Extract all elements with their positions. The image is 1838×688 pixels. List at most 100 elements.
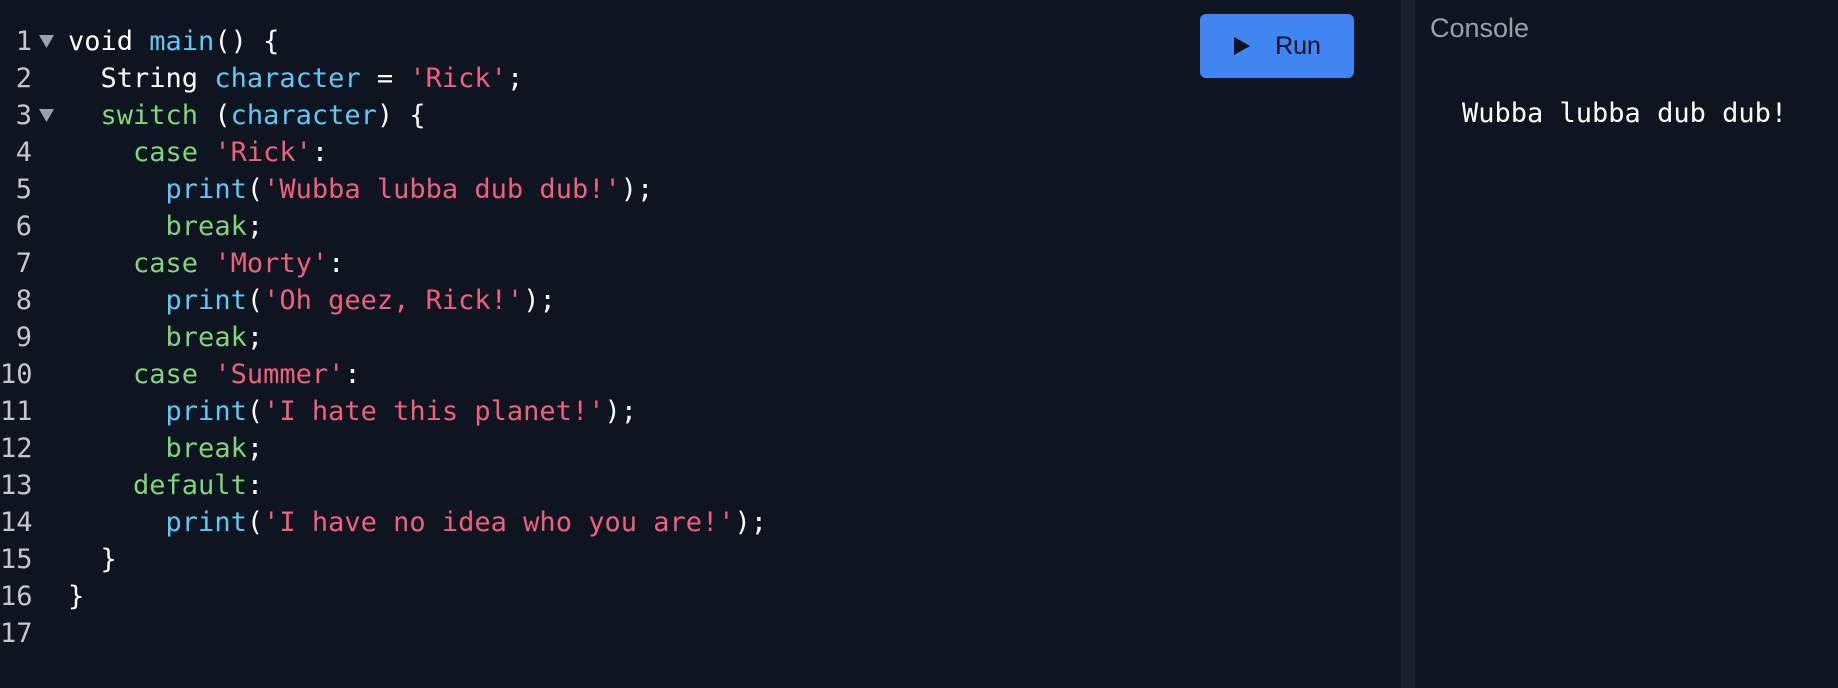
console-title: Console — [1430, 13, 1530, 43]
code-token-plain: } — [68, 581, 85, 612]
code-token-plain: ; — [246, 322, 264, 353]
code-line[interactable]: 6 break; — [0, 208, 1180, 245]
code-token-plain: ; — [506, 63, 524, 94]
line-number: 12 — [0, 433, 33, 464]
code-token-plain: ( — [198, 100, 231, 131]
code-token-plain: ) { — [376, 100, 426, 131]
code-token-plain: void — [68, 26, 150, 57]
line-number: 9 — [15, 322, 32, 353]
line-number: 5 — [15, 174, 32, 205]
code-token-kw: break — [165, 322, 247, 353]
code-token-str: 'I have no idea who you are!' — [263, 507, 735, 538]
code-token-kw: break — [165, 433, 247, 464]
code-line[interactable]: 9 break; — [0, 319, 1180, 356]
code-token-kw: case — [133, 137, 199, 168]
play-icon — [1234, 37, 1251, 55]
line-number: 7 — [15, 248, 32, 279]
code-text: print('Wubba lubba dub dub!'); — [68, 171, 654, 208]
code-token-plain: String — [100, 63, 215, 94]
code-token-kw: switch — [100, 100, 199, 131]
code-token-plain: } — [100, 544, 117, 575]
code-token-plain: ); — [604, 396, 637, 427]
code-line[interactable]: 8 print('Oh geez, Rick!'); — [0, 282, 1180, 319]
code-token-kw: case — [133, 359, 199, 390]
code-token-plain: : — [311, 137, 329, 168]
line-number: 1 — [15, 26, 32, 57]
line-number: 6 — [15, 211, 32, 242]
code-token-str: 'Rick' — [214, 137, 312, 168]
code-text: print('I hate this planet!'); — [68, 393, 637, 430]
code-text: default: — [68, 467, 263, 504]
code-token-plain: : — [344, 359, 361, 390]
code-line[interactable]: 2 String character = 'Rick'; — [0, 60, 1180, 97]
line-number: 13 — [0, 470, 33, 501]
code-line[interactable]: 3 switch (character) { — [0, 97, 1180, 134]
code-text: print('I have no idea who you are!'); — [68, 504, 767, 541]
console-output: Wubba lubba dub dub! — [1462, 98, 1788, 129]
code-line[interactable]: 14 print('I have no idea who you are!'); — [0, 504, 1180, 541]
code-line[interactable]: 7 case 'Morty': — [0, 245, 1180, 282]
line-number: 16 — [0, 581, 33, 612]
code-text: void main() { — [68, 23, 279, 60]
code-text: print('Oh geez, Rick!'); — [68, 282, 556, 319]
code-line[interactable]: 13 default: — [0, 467, 1180, 504]
code-token-plain: ); — [523, 285, 556, 316]
code-line[interactable]: 12 break; — [0, 430, 1180, 467]
run-button-label: Run — [1275, 31, 1321, 60]
code-text: } — [68, 578, 84, 615]
code-line[interactable]: 5 print('Wubba lubba dub dub!'); — [0, 171, 1180, 208]
code-token-fn: print — [165, 285, 247, 316]
code-token-fn: print — [165, 174, 247, 205]
code-editor[interactable]: 1 void main() {2 String character = 'Rick… — [0, 0, 1401, 688]
code-line[interactable]: 16} — [0, 578, 1180, 615]
line-number: 4 — [15, 137, 32, 168]
code-token-str: 'Rick' — [409, 63, 507, 94]
code-token-plain: ( — [246, 285, 264, 316]
code-token-str: 'Morty' — [214, 248, 329, 279]
code-token-plain: : — [328, 248, 345, 279]
code-text: case 'Summer': — [68, 356, 361, 393]
code-token-str: 'Wubba lubba dub dub!' — [263, 174, 621, 205]
code-token-plain: ; — [246, 433, 264, 464]
code-text: case 'Rick': — [68, 134, 328, 171]
code-line[interactable]: 15 } — [0, 541, 1180, 578]
line-number: 10 — [0, 359, 33, 390]
code-text: } — [68, 541, 117, 578]
code-token-plain: ( — [246, 174, 264, 205]
code-line[interactable]: 1 void main() { — [0, 23, 1180, 60]
code-token-fn: main — [149, 26, 215, 57]
dartpad-app: 1 void main() {2 String character = 'Rick… — [0, 0, 1838, 688]
fold-arrow-icon[interactable] — [39, 109, 54, 122]
code-token-str: 'I hate this planet!' — [263, 396, 605, 427]
code-text: break; — [68, 208, 264, 245]
line-number: 17 — [0, 618, 33, 649]
code-token-kw: default — [133, 470, 247, 501]
code-token-plain: () { — [214, 26, 280, 57]
code-token-plain: ; — [246, 211, 264, 242]
code-line[interactable]: 4 case 'Rick': — [0, 134, 1180, 171]
fold-arrow-icon[interactable] — [39, 35, 54, 48]
code-token-plain: ); — [734, 507, 768, 538]
code-line[interactable]: 11 print('I hate this planet!'); — [0, 393, 1180, 430]
code-line[interactable]: 17 — [0, 615, 1180, 652]
code-line[interactable]: 10 case 'Summer': — [0, 356, 1180, 393]
code-text: case 'Morty': — [68, 245, 344, 282]
line-number: 14 — [0, 507, 33, 538]
code-token-fn: character — [230, 100, 377, 131]
line-number: 15 — [0, 544, 33, 575]
code-token-kw: break — [165, 211, 247, 242]
code-token-str: 'Oh geez, Rick!' — [263, 285, 524, 316]
code-text: break; — [68, 430, 264, 467]
run-button[interactable]: Run — [1200, 14, 1354, 78]
line-number: 8 — [15, 285, 32, 316]
code-token-plain: ( — [246, 507, 264, 538]
code-text: break; — [68, 319, 264, 356]
panel-divider[interactable] — [1401, 0, 1415, 688]
line-number: 11 — [0, 396, 33, 427]
console-panel: Console Wubba lubba dub dub! — [1415, 0, 1838, 688]
code-token-str: 'Summer' — [214, 359, 345, 390]
code-text: String character = 'Rick'; — [68, 60, 524, 97]
